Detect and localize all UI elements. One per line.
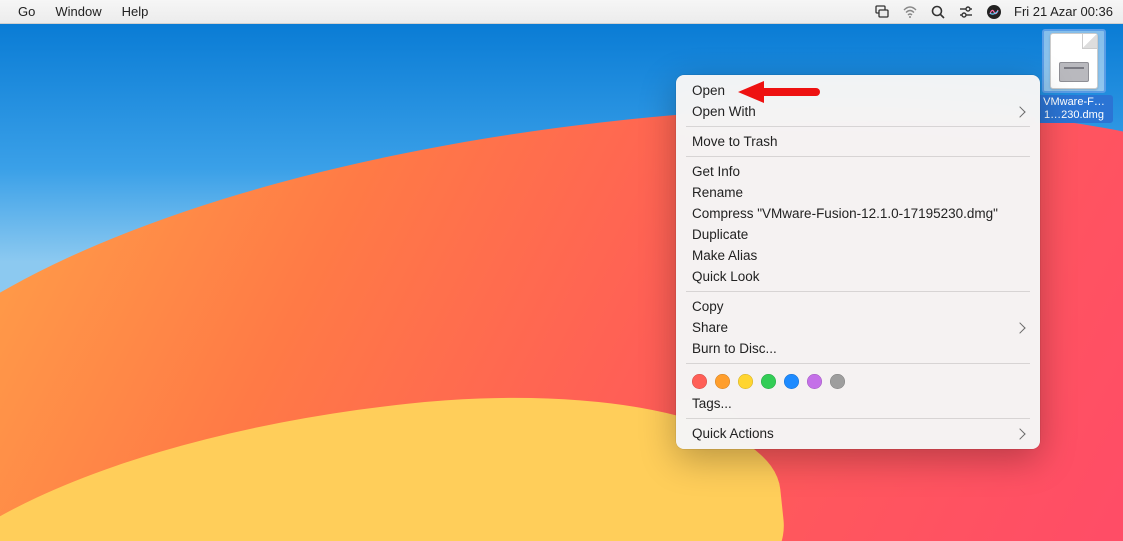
cm-open[interactable]: Open: [676, 80, 1040, 101]
cm-tags[interactable]: Tags...: [676, 393, 1040, 414]
menubar-right: Fri 21 Azar 00:36: [874, 4, 1113, 20]
cm-getinfo-label: Get Info: [692, 164, 740, 179]
cm-share[interactable]: Share: [676, 317, 1040, 338]
wifi-icon[interactable]: [902, 4, 918, 20]
separator: [686, 126, 1030, 127]
dmg-file-icon: [1050, 33, 1098, 89]
desktop[interactable]: VMware-F…1…230.dmg Open Open With Move t…: [0, 24, 1123, 541]
tag-green[interactable]: [761, 374, 776, 389]
cm-tags-label: Tags...: [692, 396, 732, 411]
cm-alias-label: Make Alias: [692, 248, 757, 263]
cm-open-label: Open: [692, 83, 725, 98]
separator: [686, 291, 1030, 292]
cm-duplicate-label: Duplicate: [692, 227, 748, 242]
separator: [686, 418, 1030, 419]
cm-rename-label: Rename: [692, 185, 743, 200]
menubar-clock[interactable]: Fri 21 Azar 00:36: [1014, 4, 1113, 19]
cm-open-with[interactable]: Open With: [676, 101, 1040, 122]
tag-yellow[interactable]: [738, 374, 753, 389]
cm-make-alias[interactable]: Make Alias: [676, 245, 1040, 266]
chevron-right-icon: [1014, 428, 1025, 439]
cm-copy-label: Copy: [692, 299, 724, 314]
tag-purple[interactable]: [807, 374, 822, 389]
cm-burn[interactable]: Burn to Disc...: [676, 338, 1040, 359]
cm-copy[interactable]: Copy: [676, 296, 1040, 317]
menu-window[interactable]: Window: [47, 2, 109, 21]
tag-blue[interactable]: [784, 374, 799, 389]
tag-red[interactable]: [692, 374, 707, 389]
cm-rename[interactable]: Rename: [676, 182, 1040, 203]
control-center-icon[interactable]: [958, 4, 974, 20]
chevron-right-icon: [1014, 322, 1025, 333]
cm-quickactions-label: Quick Actions: [692, 426, 774, 441]
separator: [686, 363, 1030, 364]
cm-quicklook-label: Quick Look: [692, 269, 760, 284]
file-label: VMware-F…1…230.dmg: [1035, 95, 1113, 123]
menu-go[interactable]: Go: [10, 2, 43, 21]
cm-get-info[interactable]: Get Info: [676, 161, 1040, 182]
menubar: Go Window Help Fri 21 Azar 00:36: [0, 0, 1123, 24]
cm-tag-colors: [676, 368, 1040, 393]
cm-share-label: Share: [692, 320, 728, 335]
spotlight-search-icon[interactable]: [930, 4, 946, 20]
file-icon-selection: [1042, 29, 1106, 93]
tag-gray[interactable]: [830, 374, 845, 389]
annotation-arrow: [738, 79, 824, 105]
cm-burn-label: Burn to Disc...: [692, 341, 777, 356]
context-menu: Open Open With Move to Trash Get Info Re…: [676, 75, 1040, 449]
desktop-file-dmg[interactable]: VMware-F…1…230.dmg: [1035, 29, 1113, 123]
cm-move-to-trash[interactable]: Move to Trash: [676, 131, 1040, 152]
menubar-left: Go Window Help: [10, 2, 156, 21]
screen-mirroring-icon[interactable]: [874, 4, 890, 20]
disk-image-glyph: [1059, 62, 1089, 82]
cm-quick-look[interactable]: Quick Look: [676, 266, 1040, 287]
menu-help[interactable]: Help: [114, 2, 157, 21]
cm-quick-actions[interactable]: Quick Actions: [676, 423, 1040, 444]
separator: [686, 156, 1030, 157]
siri-icon[interactable]: [986, 4, 1002, 20]
cm-duplicate[interactable]: Duplicate: [676, 224, 1040, 245]
cm-open-with-label: Open With: [692, 104, 756, 119]
chevron-right-icon: [1014, 106, 1025, 117]
cm-trash-label: Move to Trash: [692, 134, 778, 149]
cm-compress-label: Compress "VMware-Fusion-12.1.0-17195230.…: [692, 206, 998, 221]
tag-orange[interactable]: [715, 374, 730, 389]
cm-compress[interactable]: Compress "VMware-Fusion-12.1.0-17195230.…: [676, 203, 1040, 224]
